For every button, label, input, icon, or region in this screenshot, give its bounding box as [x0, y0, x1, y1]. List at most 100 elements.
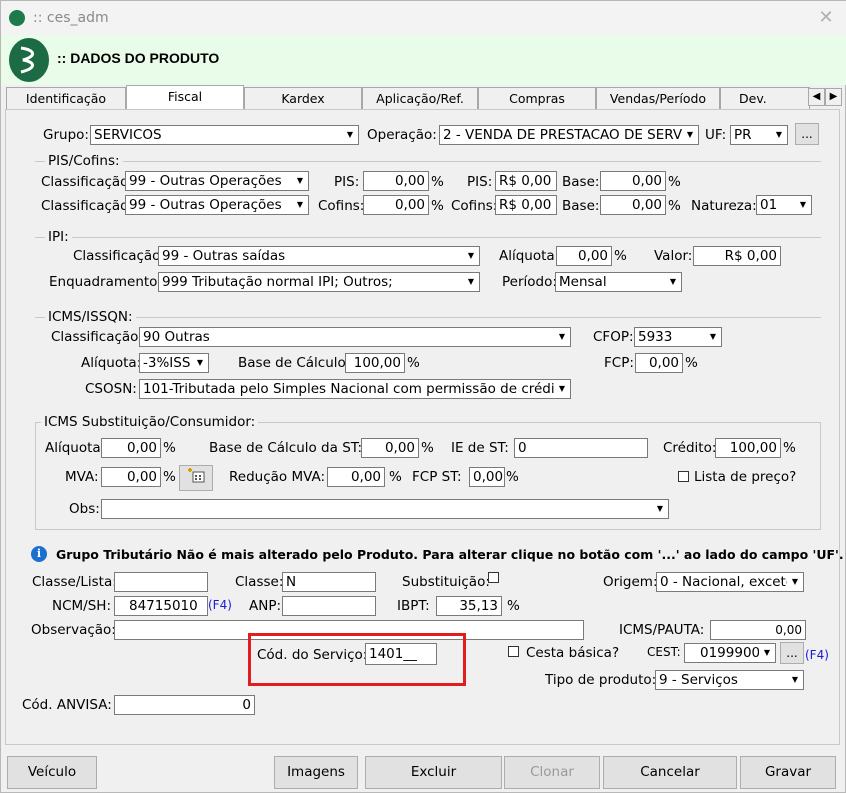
- mva-calculator-button[interactable]: [179, 465, 213, 491]
- chevron-down-icon: ▼: [463, 247, 479, 265]
- tab-compras[interactable]: Compras: [478, 87, 596, 109]
- st-aliquota-input[interactable]: 0,00: [101, 438, 161, 458]
- icms-classificacao-select[interactable]: 90 Outras ▼: [139, 327, 571, 347]
- tab-fiscal[interactable]: Fiscal: [126, 85, 244, 110]
- pct-label: %: [389, 469, 402, 485]
- mva-input[interactable]: 0,00: [101, 467, 161, 487]
- ie-st-input[interactable]: 0: [514, 438, 648, 458]
- st-aliquota-label: Alíquota:: [45, 440, 106, 456]
- icms-aliquota-select[interactable]: -3%ISS ▼: [139, 353, 209, 373]
- excluir-button[interactable]: Excluir: [365, 756, 502, 789]
- icms-title: ICMS/ISSQN:: [45, 309, 136, 325]
- cest-select[interactable]: 0199900 ▼: [684, 643, 776, 663]
- pct-label: %: [163, 469, 176, 485]
- pis-classificacao-select[interactable]: 99 - Outras Operações ▼: [125, 171, 309, 191]
- operacao-select[interactable]: 2 - VENDA DE PRESTACAO DE SERVI ▼: [439, 125, 699, 145]
- grupo-label: Grupo:: [43, 127, 89, 143]
- tab-label: Fiscal: [167, 89, 203, 104]
- cesta-basica-checkbox[interactable]: [508, 646, 519, 657]
- cfop-select[interactable]: 5933 ▼: [634, 327, 722, 347]
- uf-select[interactable]: PR ▼: [730, 125, 788, 145]
- tipo-produto-value: 9 - Serviços: [659, 672, 738, 688]
- csosn-select[interactable]: 101-Tributada pelo Simples Nacional com …: [139, 379, 571, 399]
- tipo-produto-label: Tipo de produto:: [545, 672, 657, 688]
- cofins-classificacao-select[interactable]: 99 - Outras Operações ▼: [125, 195, 309, 215]
- classe-lista-input[interactable]: [114, 572, 208, 592]
- tab-vendas-periodo[interactable]: Vendas/Período: [596, 87, 720, 109]
- natureza-select[interactable]: 01 ▼: [756, 195, 812, 215]
- pct-label: %: [507, 598, 520, 614]
- ncm-input[interactable]: 84715010: [114, 596, 208, 616]
- chevron-down-icon: ▼: [787, 573, 803, 591]
- tab-scroll-left-icon[interactable]: ◀: [808, 88, 825, 106]
- tab-kardex[interactable]: Kardex: [244, 87, 362, 109]
- natureza-label: Natureza:: [691, 198, 757, 214]
- cofins-input[interactable]: 0,00: [363, 195, 429, 215]
- anp-input[interactable]: [282, 596, 376, 616]
- cest-more-button[interactable]: ...: [780, 642, 804, 664]
- uf-more-button[interactable]: ...: [795, 123, 819, 145]
- anp-label: ANP:: [249, 598, 282, 614]
- fcp-label: FCP:: [604, 355, 634, 371]
- tab-label: Compras: [509, 91, 565, 106]
- enquadramento-value: 999 Tributação normal IPI; Outros;: [162, 274, 393, 290]
- classe-lista-label: Classe/Lista:: [32, 574, 117, 590]
- header-banner: :: DADOS DO PRODUTO: [1, 35, 846, 85]
- reducao-mva-input[interactable]: 0,00: [327, 467, 385, 487]
- credito-input[interactable]: 100,00: [715, 438, 781, 458]
- veiculo-button[interactable]: Veículo: [7, 756, 97, 789]
- cancelar-button[interactable]: Cancelar: [603, 756, 737, 789]
- ncm-label: NCM/SH:: [52, 598, 111, 614]
- periodo-value: Mensal: [559, 274, 607, 290]
- chevron-down-icon: ▼: [554, 328, 570, 346]
- ipi-classificacao-select[interactable]: 99 - Outras saídas ▼: [158, 246, 480, 266]
- ibpt-input[interactable]: 35,13: [436, 596, 502, 616]
- substituicao-label: Substituição:: [402, 574, 490, 590]
- grupo-select[interactable]: SERVICOS ▼: [90, 125, 359, 145]
- substituicao-checkbox[interactable]: [488, 572, 499, 583]
- chevron-down-icon: ▼: [759, 644, 775, 662]
- cofins-valor-input[interactable]: R$ 0,00: [495, 195, 557, 215]
- page-title: :: DADOS DO PRODUTO: [57, 50, 220, 66]
- ipi-aliquota-input[interactable]: 0,00: [556, 246, 612, 266]
- origem-select[interactable]: 0 - Nacional, exceto ▼: [656, 572, 804, 592]
- obs-select[interactable]: ▼: [101, 499, 669, 519]
- tab-dev-venda[interactable]: Dev. Venda: [720, 87, 810, 109]
- chevron-down-icon: ▼: [787, 671, 803, 689]
- enquadramento-select[interactable]: 999 Tributação normal IPI; Outros; ▼: [158, 272, 480, 292]
- pis-input[interactable]: 0,00: [363, 171, 429, 191]
- tab-label: Kardex: [281, 91, 325, 106]
- icms-base-input[interactable]: 100,00: [345, 353, 405, 373]
- gravar-button[interactable]: Gravar: [740, 756, 836, 789]
- periodo-select[interactable]: Mensal ▼: [555, 272, 682, 292]
- tab-identificacao[interactable]: Identificação: [6, 87, 126, 109]
- pct-label: %: [614, 248, 627, 264]
- icms-pauta-input[interactable]: 0,00: [710, 620, 806, 640]
- pis-valor-input[interactable]: R$ 0,00: [495, 171, 557, 191]
- chevron-down-icon: ▼: [682, 126, 698, 144]
- chevron-down-icon: ▼: [771, 126, 787, 144]
- st-base-input[interactable]: 0,00: [361, 438, 419, 458]
- ipi-aliquota-label: Alíquota:: [499, 248, 560, 264]
- ipi-valor-input[interactable]: R$ 0,00: [693, 246, 781, 266]
- fcp-input[interactable]: 0,00: [635, 353, 683, 373]
- clonar-button[interactable]: Clonar: [504, 756, 600, 789]
- tipo-produto-select[interactable]: 9 - Serviços ▼: [655, 670, 804, 690]
- lista-preco-checkbox[interactable]: [678, 471, 689, 482]
- tab-scroll-right-icon[interactable]: ▶: [825, 88, 842, 106]
- classe-input[interactable]: N: [282, 572, 376, 592]
- pis-base-input[interactable]: 0,00: [600, 171, 666, 191]
- imagens-button[interactable]: Imagens: [274, 756, 358, 789]
- close-icon[interactable]: ✕: [813, 6, 839, 30]
- anvisa-input[interactable]: 0: [114, 695, 255, 715]
- fcp-st-input[interactable]: 0,00: [469, 467, 505, 487]
- tab-label: Dev. Venda: [739, 91, 767, 106]
- cofins-base-input[interactable]: 0,00: [600, 195, 666, 215]
- chevron-down-icon: ▼: [192, 354, 208, 372]
- tab-aplicacao[interactable]: Aplicação/Ref.: [362, 87, 478, 109]
- cest-value: 0199900: [700, 645, 761, 661]
- enquadramento-label: Enquadramento:: [49, 274, 162, 290]
- cofins-classificacao-label: Classificação:: [41, 198, 133, 214]
- periodo-label: Período:: [502, 274, 557, 290]
- cest-f4-hint: (F4): [805, 648, 829, 662]
